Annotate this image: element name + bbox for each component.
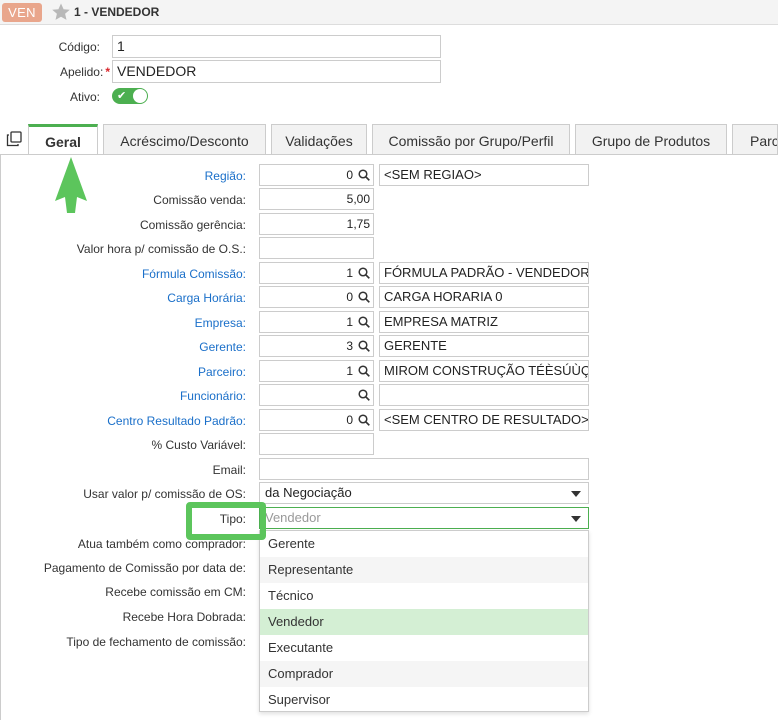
regiao-label[interactable]: Região: [205,169,246,183]
regiao-desc: <SEM REGIAO> [379,164,589,186]
gerente-code-input[interactable]: 3 [259,335,374,357]
regiao-code: 0 [346,168,353,182]
formula-code-input[interactable]: 1 [259,262,374,284]
dropdown-option-representante[interactable]: Representante [260,557,588,583]
comissao-venda-input[interactable]: 5,00 [259,188,374,210]
funcionario-label[interactable]: Funcionário: [180,389,246,403]
pagamento-comissao-label: Pagamento de Comissão por data de: [43,561,246,575]
chevron-down-icon [571,516,581,522]
annotation-arrow-icon [55,157,87,213]
empresa-desc: EMPRESA MATRIZ [379,311,589,333]
tipo-fechamento-label: Tipo de fechamento de comissão: [66,635,246,649]
search-icon[interactable] [358,267,370,279]
dropdown-option-comprador[interactable]: Comprador [260,661,588,687]
comissao-gerencia-input[interactable]: 1,75 [259,213,374,235]
usar-valor-label: Usar valor p/ comissão de OS: [83,487,246,501]
toggle-knob [133,89,147,103]
empresa-code-input[interactable]: 1 [259,311,374,333]
funcionario-desc [379,384,589,406]
ativo-label: Ativo: [69,90,100,104]
search-icon[interactable] [358,365,370,377]
usar-valor-select[interactable]: da Negociação [259,482,589,504]
ativo-toggle[interactable]: ✔ [112,88,148,104]
carga-code-input[interactable]: 0 [259,286,374,308]
search-icon[interactable] [358,389,370,401]
tab-comissao-grupo-perfil[interactable]: Comissão por Grupo/Perfil [372,124,570,154]
valor-hora-input[interactable] [259,237,374,259]
star-icon[interactable] [51,2,71,22]
centro-code-input[interactable]: 0 [259,409,374,431]
search-icon[interactable] [358,414,370,426]
tab-validacoes[interactable]: Validações [271,124,367,154]
centro-code: 0 [346,413,353,427]
dropdown-option-tecnico[interactable]: Técnico [260,583,588,609]
codigo-input[interactable]: 1 [112,35,441,58]
copy-icon[interactable] [6,131,22,147]
custo-variavel-label: % Custo Variável: [151,438,246,452]
dropdown-option-vendedor[interactable]: Vendedor [260,609,588,635]
dropdown-option-executante[interactable]: Executante [260,635,588,661]
tab-acrescimo-desconto[interactable]: Acréscimo/Desconto [103,124,266,154]
custo-variavel-input[interactable] [259,433,374,455]
carga-horaria-label[interactable]: Carga Horária: [167,291,246,305]
tab-parceiros[interactable]: Parc [732,124,778,154]
tipo-dropdown-list: Gerente Representante Técnico Vendedor E… [259,530,589,712]
search-icon[interactable] [358,291,370,303]
codigo-label: Código: [58,40,100,54]
required-mark: * [105,65,110,79]
carga-desc: CARGA HORARIA 0 [379,286,589,308]
apelido-input[interactable]: VENDEDOR [112,60,441,83]
carga-code: 0 [346,290,353,304]
check-icon: ✔ [117,90,127,102]
content-border [0,154,1,720]
formula-code: 1 [346,266,353,280]
parceiro-code: 1 [346,364,353,378]
regiao-code-input[interactable]: 0 [259,164,374,186]
tipo-value: Vendedor [265,510,321,525]
tab-grupo-produtos[interactable]: Grupo de Produtos [575,124,727,154]
formula-comissao-label[interactable]: Fórmula Comissão: [142,267,246,281]
search-icon[interactable] [358,169,370,181]
parceiro-desc: MIROM CONSTRUÇÃO TÉÈSÚÙÇ [379,360,589,382]
comissao-gerencia-label: Comissão gerência: [139,218,246,232]
app-badge: VEN [2,3,42,22]
tab-geral[interactable]: Geral [28,124,98,155]
gerente-desc: GERENTE [379,335,589,357]
centro-desc: <SEM CENTRO DE RESULTADO> [379,409,589,431]
recebe-hora-dobrada-label: Recebe Hora Dobrada: [122,610,246,624]
recebe-cm-label: Recebe comissão em CM: [105,585,246,599]
empresa-label[interactable]: Empresa: [195,316,246,330]
tabs-divider [0,154,778,155]
tipo-select[interactable]: Vendedor [259,507,589,529]
valor-hora-label: Valor hora p/ comissão de O.S.: [76,242,246,256]
email-label: Email: [212,463,246,477]
empresa-code: 1 [346,315,353,329]
title-bar: VEN 1 - VENDEDOR [0,0,778,25]
annotation-highlight-box [186,502,266,540]
search-icon[interactable] [358,316,370,328]
email-input[interactable] [259,458,589,480]
dropdown-option-supervisor[interactable]: Supervisor [260,687,588,713]
formula-desc: FÓRMULA PADRÃO - VENDEDOR [379,262,589,284]
parceiro-label[interactable]: Parceiro: [198,365,246,379]
gerente-label[interactable]: Gerente: [199,340,246,354]
centro-resultado-label[interactable]: Centro Resultado Padrão: [107,414,246,428]
page-title: 1 - VENDEDOR [74,5,160,19]
gerente-code: 3 [346,339,353,353]
parceiro-code-input[interactable]: 1 [259,360,374,382]
apelido-label: Apelido: * [59,65,110,79]
funcionario-code-input[interactable] [259,384,374,406]
dropdown-option-gerente[interactable]: Gerente [260,531,588,557]
chevron-down-icon [571,491,581,497]
search-icon[interactable] [358,340,370,352]
usar-valor-value: da Negociação [265,485,352,500]
comissao-venda-label: Comissão venda: [153,193,246,207]
